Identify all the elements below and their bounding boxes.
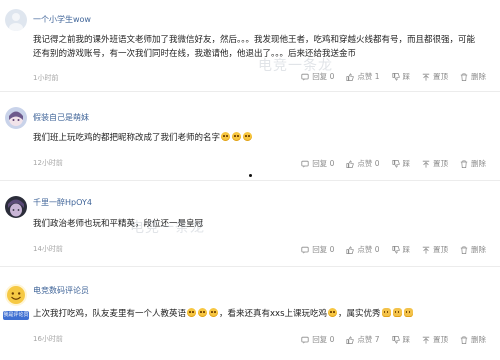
thumbs-up-icon [346,335,354,344]
comment-text: 上次我打吃鸡，队友麦里有一个人教英语 ，看来还真有xxs上课玩吃鸡 ，属实优秀 [33,307,482,321]
thumbs-up-emoji [403,308,413,317]
timestamp: 16小时前 [33,335,63,343]
grin-emoji [198,308,208,317]
thumbs-up-emoji [392,308,402,317]
username[interactable]: 电竞数码评论员 [33,285,89,296]
grin-emoji [187,308,197,317]
dislike-button[interactable]: 踩 [391,334,410,345]
avatar[interactable] [5,284,27,306]
thumbs-up-emoji [381,308,391,317]
thumbs-down-icon [391,335,400,344]
commentator-badge: 我是评论员 [3,311,29,320]
comment-4: 我是评论员 电竞数码评论员 上次我打吃鸡，队友麦里有一个人教英语 ，看来还真有xx… [0,0,500,360]
like-button[interactable]: 点赞 7 [346,334,380,345]
pin-top-button[interactable]: 置顶 [422,334,448,345]
grin-emoji [328,308,338,317]
reply-button[interactable]: 回复 0 [301,334,334,345]
delete-button[interactable]: 删除 [460,334,486,345]
trash-icon [460,335,468,344]
pin-top-icon [422,336,430,344]
reply-icon [301,336,309,344]
grin-emoji [209,308,219,317]
comment-actions: 回复 0 点赞 7 踩 置顶 删除 [301,334,486,345]
